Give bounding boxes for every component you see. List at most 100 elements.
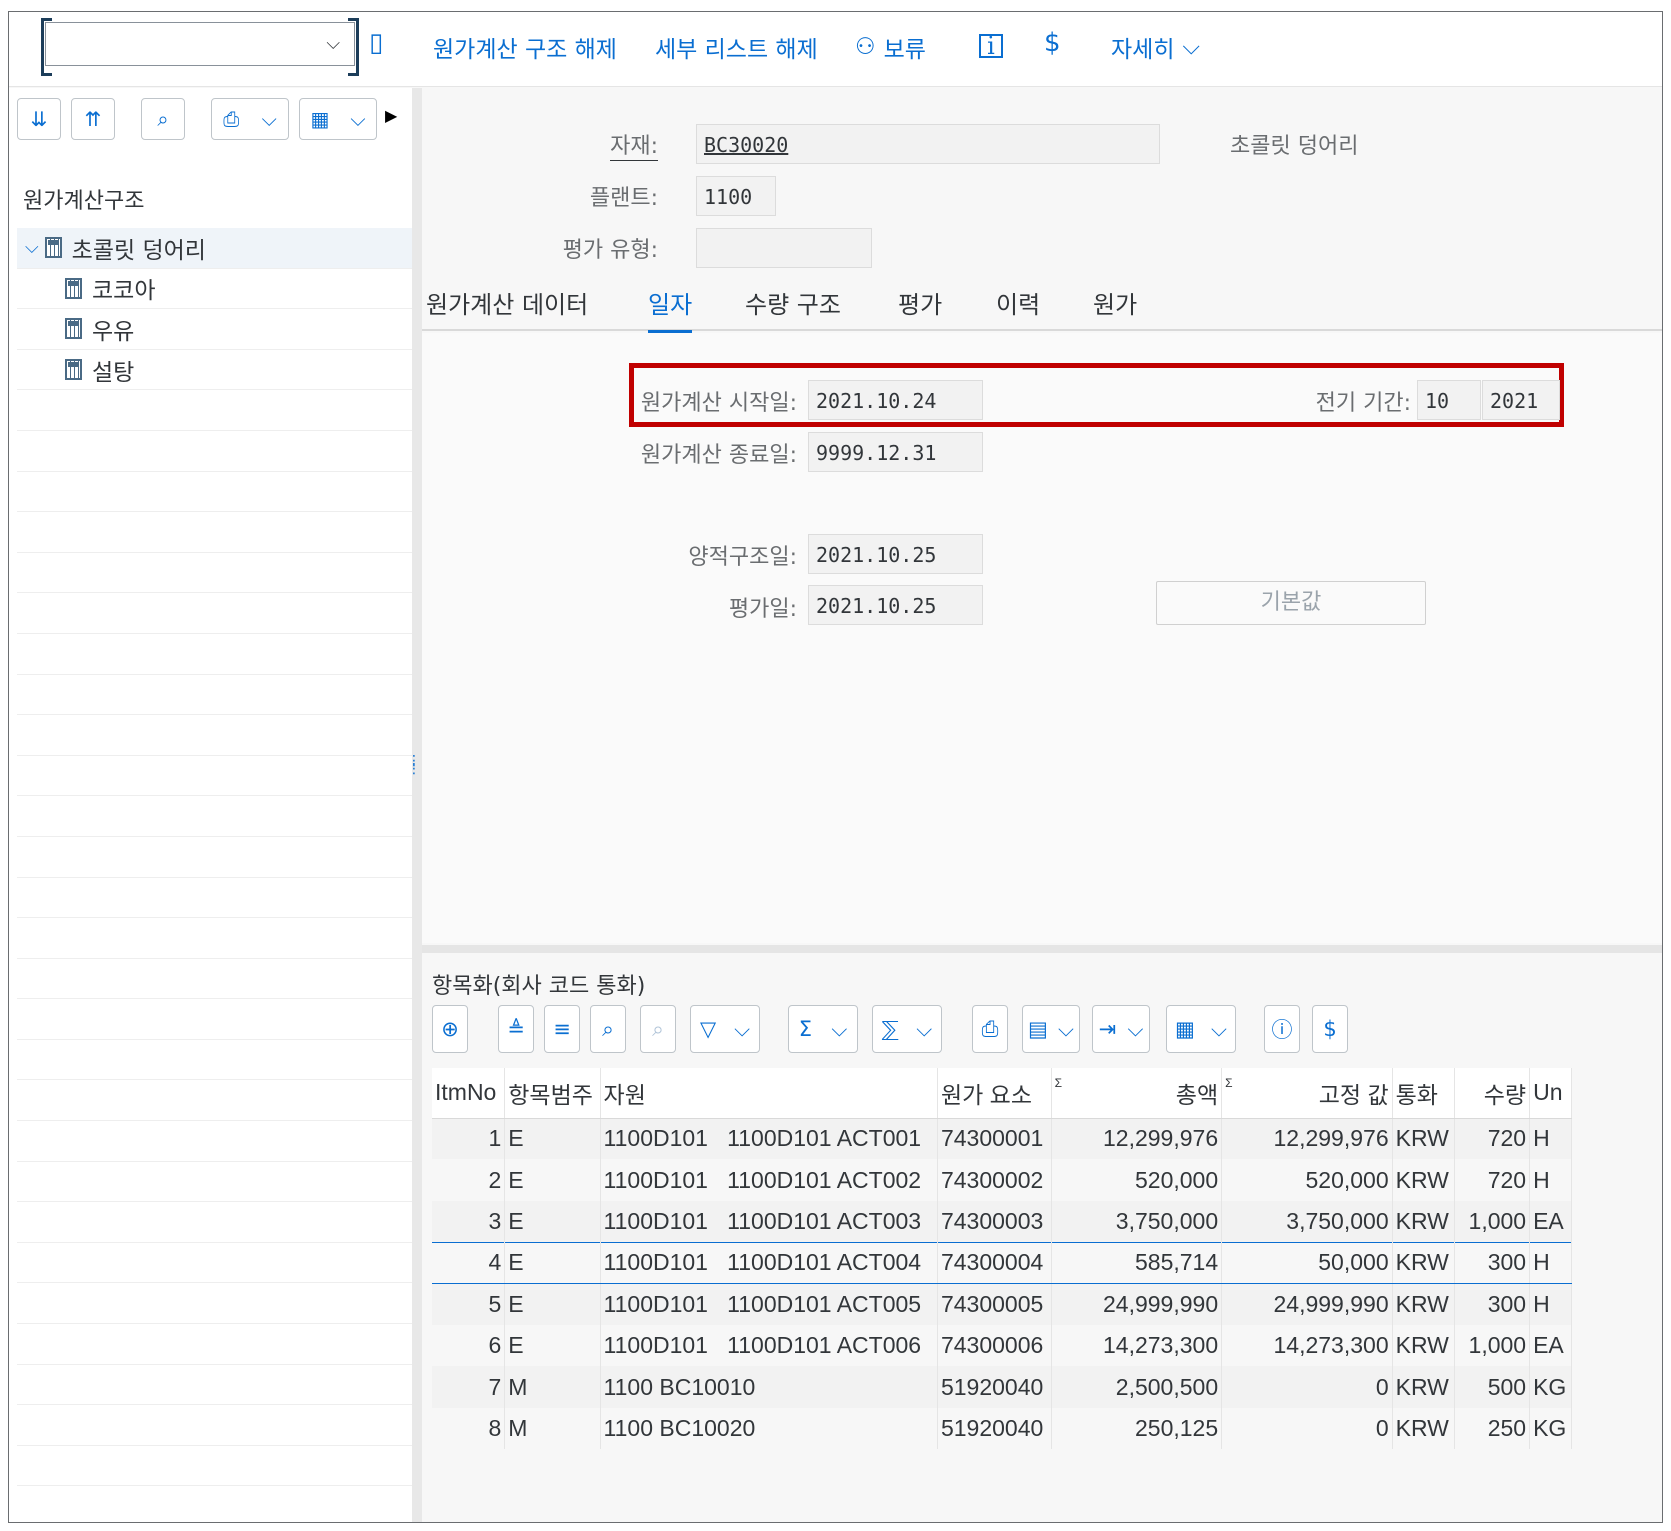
collapse-costing-structure-button[interactable]: 원가계산 구조 해제 xyxy=(433,30,617,64)
cell-fixed[interactable]: 12,299,976 xyxy=(1221,1118,1393,1160)
cell-cost-element[interactable]: 74300004 xyxy=(937,1241,1052,1285)
cell-currency[interactable]: KRW xyxy=(1392,1324,1456,1367)
layout-button[interactable]: ▦ ⌵ xyxy=(1166,1005,1236,1053)
col-itmno[interactable]: ItmNo xyxy=(432,1068,506,1119)
table-row[interactable]: 7 M 1100 BC10010 51920040 2,500,500 0 KRW 500 KG xyxy=(432,1366,1572,1408)
valuation-date-field[interactable]: 2021.10.25 xyxy=(808,585,983,625)
table-row[interactable]: 1 E 1100D101 1100D101 ACT001 74300001 12,299… xyxy=(432,1118,1572,1160)
cell-cost-element[interactable]: 74300005 xyxy=(937,1283,1052,1325)
tab-history[interactable]: 이력 xyxy=(996,285,1040,320)
cell-itmno[interactable]: 6 xyxy=(432,1324,506,1367)
cell-item-category[interactable]: E xyxy=(504,1159,601,1201)
cell-unit[interactable]: KG xyxy=(1529,1366,1572,1408)
cell-total[interactable]: 520,000 xyxy=(1051,1159,1223,1201)
cell-resource[interactable]: 1100D101 1100D101 ACT001 xyxy=(600,1118,938,1160)
tree-item[interactable]: 코코아 xyxy=(17,269,412,310)
cell-resource[interactable]: 1100D101 1100D101 ACT002 xyxy=(600,1159,938,1201)
cell-fixed[interactable]: 24,999,990 xyxy=(1221,1283,1393,1325)
tree-item[interactable]: 설탕 xyxy=(17,350,412,391)
cell-quantity[interactable]: 300 xyxy=(1454,1241,1531,1285)
tree-item[interactable]: 우유 xyxy=(17,309,412,350)
cell-unit[interactable]: H xyxy=(1529,1118,1572,1160)
cell-total[interactable]: 24,999,990 xyxy=(1051,1283,1223,1325)
default-values-button[interactable]: 기본값 xyxy=(1156,581,1426,625)
search-icon[interactable]: ⌕ xyxy=(590,1005,626,1053)
table-row[interactable]: 3 E 1100D101 1100D101 ACT003 74300003 3,750,… xyxy=(432,1200,1572,1243)
cell-unit[interactable]: H xyxy=(1529,1283,1572,1325)
cell-quantity[interactable]: 720 xyxy=(1454,1159,1531,1201)
currency-icon[interactable]: $ xyxy=(1044,28,1061,58)
splitter-handle-icon[interactable]: ⋮ ⋮ xyxy=(407,754,421,776)
cell-quantity[interactable]: 1,000 xyxy=(1454,1200,1531,1243)
cell-quantity[interactable]: 300 xyxy=(1454,1283,1531,1325)
search-icon[interactable]: ⌕ xyxy=(141,98,185,140)
cell-item-category[interactable]: M xyxy=(504,1366,601,1408)
cell-unit[interactable]: KG xyxy=(1529,1407,1572,1450)
cell-currency[interactable]: KRW xyxy=(1392,1200,1456,1243)
cell-cost-element[interactable]: 74300006 xyxy=(937,1324,1052,1367)
cell-resource[interactable]: 1100 BC10010 xyxy=(600,1366,938,1408)
cell-currency[interactable]: KRW xyxy=(1392,1241,1456,1285)
cell-item-category[interactable]: E xyxy=(504,1241,601,1285)
cell-resource[interactable]: 1100D101 1100D101 ACT003 xyxy=(600,1200,938,1243)
cell-fixed[interactable]: 0 xyxy=(1221,1366,1393,1408)
cell-resource[interactable]: 1100 BC10020 xyxy=(600,1407,938,1450)
tree-item-root[interactable]: ⌵ 초콜릿 덩어리 xyxy=(17,228,412,269)
currency-icon[interactable]: $ xyxy=(1312,1005,1348,1053)
cell-total[interactable]: 250,125 xyxy=(1051,1407,1223,1450)
col-currency[interactable]: 통화 xyxy=(1392,1068,1456,1119)
cell-quantity[interactable]: 250 xyxy=(1454,1407,1531,1450)
cell-item-category[interactable]: M xyxy=(504,1407,601,1450)
layout-button[interactable]: ▦ ⌵ xyxy=(299,98,377,140)
cell-total[interactable]: 2,500,500 xyxy=(1051,1366,1223,1408)
cell-cost-element[interactable]: 74300001 xyxy=(937,1118,1052,1160)
filter-button[interactable]: ▽ ⌵ xyxy=(690,1005,760,1053)
expand-all-icon[interactable]: ⇊ xyxy=(17,98,61,140)
cell-currency[interactable]: KRW xyxy=(1392,1283,1456,1325)
cell-cost-element[interactable]: 51920040 xyxy=(937,1407,1052,1450)
tab-valuation[interactable]: 평가 xyxy=(898,285,942,320)
posting-period-year-field[interactable]: 2021 xyxy=(1482,380,1560,420)
new-document-icon[interactable]: ▯ xyxy=(369,28,383,58)
cell-cost-element[interactable]: 74300002 xyxy=(937,1159,1052,1201)
table-row[interactable]: 5 E 1100D101 1100D101 ACT005 74300005 24,999… xyxy=(432,1283,1572,1325)
material-field[interactable]: BC30020 xyxy=(696,124,1160,164)
qty-structure-date-field[interactable]: 2021.10.25 xyxy=(808,534,983,574)
cell-quantity[interactable]: 500 xyxy=(1454,1366,1531,1408)
cell-currency[interactable]: KRW xyxy=(1392,1407,1456,1450)
posting-period-month-field[interactable]: 10 xyxy=(1417,380,1481,420)
cell-fixed[interactable]: 520,000 xyxy=(1221,1159,1393,1201)
cell-resource[interactable]: 1100D101 1100D101 ACT004 xyxy=(600,1241,938,1285)
subtotal-button[interactable]: ⅀ ⌵ xyxy=(872,1005,942,1053)
print-button[interactable]: ⎙ ⌵ xyxy=(211,98,289,140)
cell-currency[interactable]: KRW xyxy=(1392,1118,1456,1160)
cell-fixed[interactable]: 3,750,000 xyxy=(1221,1200,1393,1243)
details-icon[interactable]: ⊕ xyxy=(432,1005,468,1053)
cell-item-category[interactable]: E xyxy=(504,1283,601,1325)
col-fixed[interactable]: Σ 고정 값 xyxy=(1221,1068,1393,1119)
cell-itmno[interactable]: 5 xyxy=(432,1283,506,1325)
cell-cost-element[interactable]: 51920040 xyxy=(937,1366,1052,1408)
cell-cost-element[interactable]: 74300003 xyxy=(937,1200,1052,1243)
col-quantity[interactable]: 수량 xyxy=(1454,1068,1531,1119)
table-row[interactable]: 4 E 1100D101 1100D101 ACT004 74300004 585,71… xyxy=(432,1241,1572,1285)
col-total[interactable]: Σ 총액 xyxy=(1051,1068,1223,1119)
cell-total[interactable]: 585,714 xyxy=(1051,1241,1223,1285)
cell-itmno[interactable]: 3 xyxy=(432,1200,506,1243)
cell-currency[interactable]: KRW xyxy=(1392,1366,1456,1408)
cell-itmno[interactable]: 7 xyxy=(432,1366,506,1408)
export-button[interactable]: ⇥ ⌵ xyxy=(1092,1005,1150,1053)
cell-item-category[interactable]: E xyxy=(504,1200,601,1243)
cell-total[interactable]: 3,750,000 xyxy=(1051,1200,1223,1243)
view-button[interactable]: ▤ ⌵ xyxy=(1022,1005,1080,1053)
tab-costs[interactable]: 원가 xyxy=(1093,285,1137,320)
col-cost-element[interactable]: 원가 요소 xyxy=(937,1068,1052,1119)
sum-button[interactable]: Σ ⌵ xyxy=(788,1005,858,1053)
search-next-icon[interactable]: ⌕ xyxy=(640,1005,676,1053)
cell-item-category[interactable]: E xyxy=(504,1324,601,1367)
table-row[interactable]: 6 E 1100D101 1100D101 ACT006 74300006 14,273… xyxy=(432,1324,1572,1367)
cell-total[interactable]: 14,273,300 xyxy=(1051,1324,1223,1367)
collapse-detail-list-button[interactable]: 세부 리스트 해제 xyxy=(655,30,818,64)
chevron-down-icon[interactable]: ⌵ xyxy=(25,237,39,258)
chevron-down-icon[interactable]: ⌵ xyxy=(326,33,340,54)
